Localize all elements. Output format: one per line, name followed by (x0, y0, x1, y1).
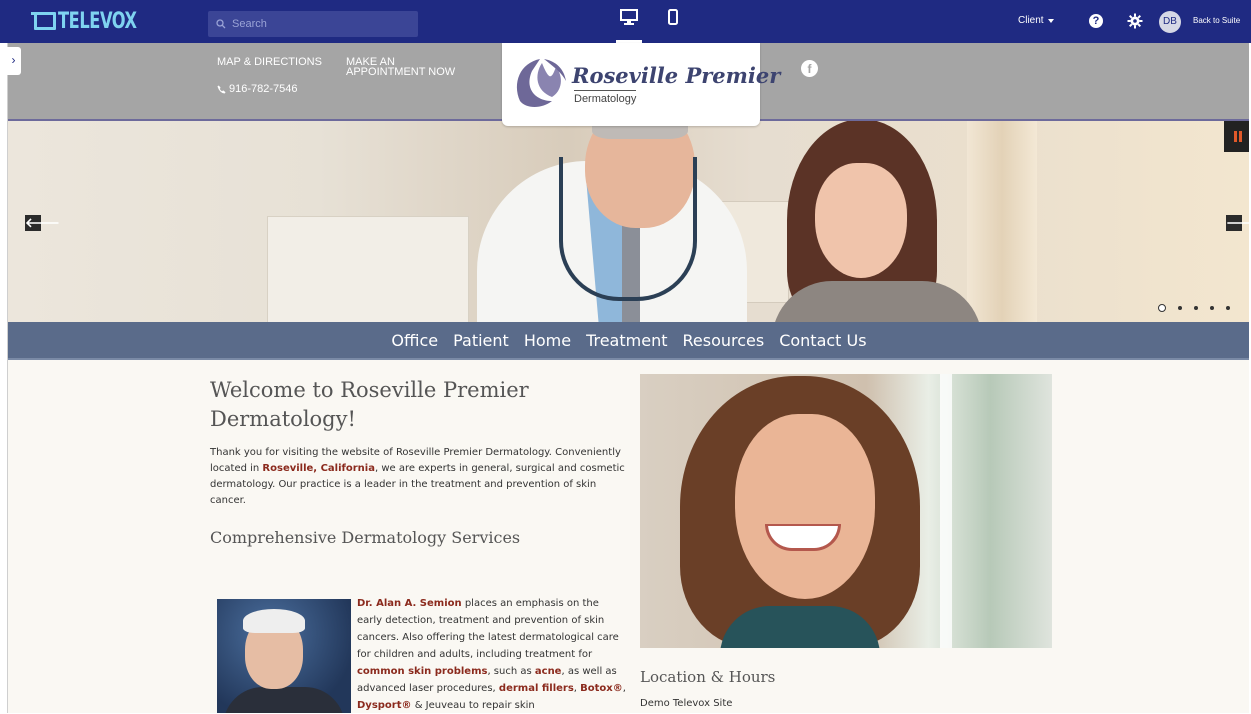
nav-item-patient[interactable]: Patient (453, 331, 509, 350)
slider-dots (1158, 304, 1230, 312)
device-toggle (616, 9, 686, 43)
slider-dot[interactable] (1210, 306, 1214, 310)
client-dropdown[interactable]: Client (1018, 15, 1054, 26)
desktop-icon (620, 9, 638, 25)
photo-top (720, 606, 880, 648)
brand-subtitle: Dermatology (574, 90, 637, 105)
televox-logo[interactable]: TELEVOX (31, 8, 154, 34)
slider-pause-icon[interactable] (1224, 121, 1251, 152)
doctor-photo-suit (223, 687, 345, 713)
patient-face (815, 163, 907, 278)
televox-logo-icon (31, 12, 56, 30)
intro-paragraph: Thank you for visiting the website of Ro… (210, 445, 630, 509)
televox-logo-text: TELEVOX (58, 8, 137, 34)
nav-item-treatment[interactable]: Treatment (586, 331, 667, 350)
doctor-photo (217, 599, 351, 713)
brand-name: Roseville Premier (572, 63, 781, 88)
roseville-leaf-logo-icon (516, 59, 566, 107)
bio-text: , (622, 683, 626, 694)
location-link[interactable]: Roseville, California (262, 463, 375, 474)
slider-dot[interactable] (1194, 306, 1198, 310)
dermal-fillers-link[interactable]: dermal fillers (499, 683, 574, 694)
phone-number: 916-782-7546 (229, 83, 298, 95)
services-heading: Comprehensive Dermatology Services (210, 528, 521, 547)
patient-figure (772, 281, 982, 322)
nav-item-contact-us[interactable]: Contact Us (779, 331, 866, 350)
slider-next-arrow-icon[interactable]: 🡒 (1226, 215, 1251, 231)
bio-text: & Jeuveau to repair skin (411, 700, 535, 711)
botox-link[interactable]: Botox® (580, 683, 623, 694)
facebook-icon[interactable]: f (801, 60, 818, 77)
mobile-view-button[interactable] (660, 9, 686, 37)
wall-anatomy-chart (267, 216, 469, 322)
make-appointment-link[interactable]: MAKE AN APPOINTMENT NOW (346, 57, 456, 78)
hero-slider (7, 121, 1251, 322)
curtain (967, 121, 1037, 322)
user-avatar[interactable]: DB (1159, 11, 1181, 33)
slider-prev-arrow-icon[interactable]: 🡐 (25, 215, 60, 231)
location-subtitle: Demo Televox Site (640, 698, 733, 709)
left-panel-rail (0, 43, 8, 713)
nav-item-resources[interactable]: Resources (682, 331, 764, 350)
slider-dot[interactable] (1178, 306, 1182, 310)
gear-icon[interactable] (1127, 13, 1143, 29)
doctor-name-link[interactable]: Dr. Alan A. Semion (357, 598, 462, 609)
back-to-suite-link[interactable]: Back to Suite (1193, 16, 1240, 25)
slider-dot[interactable] (1226, 306, 1230, 310)
desktop-view-button[interactable] (616, 9, 642, 43)
dysport-link[interactable]: Dysport® (357, 700, 412, 711)
nav-item-office[interactable]: Office (391, 331, 438, 350)
chevron-right-icon: › (11, 53, 16, 67)
phone-icon (217, 84, 226, 94)
map-directions-link[interactable]: MAP & DIRECTIONS (217, 57, 322, 68)
site-logo-card[interactable]: Roseville Premier Dermatology (502, 43, 780, 126)
doctor-photo-hair (243, 609, 305, 633)
skin-problems-link[interactable]: common skin problems (357, 666, 487, 677)
bio-text: , such as (487, 666, 535, 677)
site-main-nav: Office Patient Home Treatment Resources … (7, 322, 1251, 360)
appointment-line-2: APPOINTMENT NOW (346, 66, 456, 78)
search-input[interactable] (230, 17, 414, 31)
acne-link[interactable]: acne (535, 666, 562, 677)
smiling-woman-photo (640, 374, 1052, 648)
phone-link[interactable]: 916-782-7546 (217, 83, 298, 95)
slider-dot[interactable] (1158, 304, 1166, 312)
welcome-heading: Welcome to Roseville Premier Dermatology… (210, 378, 529, 431)
doctor-bio-paragraph: Dr. Alan A. Semion places an emphasis on… (357, 595, 627, 714)
help-icon[interactable]: ? (1089, 14, 1103, 28)
caret-down-icon (1047, 18, 1054, 23)
nav-item-home[interactable]: Home (524, 331, 571, 350)
app-topbar: TELEVOX Client ? (0, 0, 1251, 43)
stethoscope (559, 157, 697, 301)
location-hours-heading: Location & Hours (640, 668, 776, 686)
search-icon (216, 19, 226, 29)
page-content: Welcome to Roseville Premier Dermatology… (7, 360, 1251, 713)
expand-panel-button[interactable]: › (6, 47, 21, 75)
photo-face (735, 414, 875, 599)
mobile-icon (668, 9, 678, 25)
search-box[interactable] (208, 11, 418, 37)
photo-window-frame (940, 374, 952, 648)
client-dropdown-label: Client (1018, 15, 1044, 26)
